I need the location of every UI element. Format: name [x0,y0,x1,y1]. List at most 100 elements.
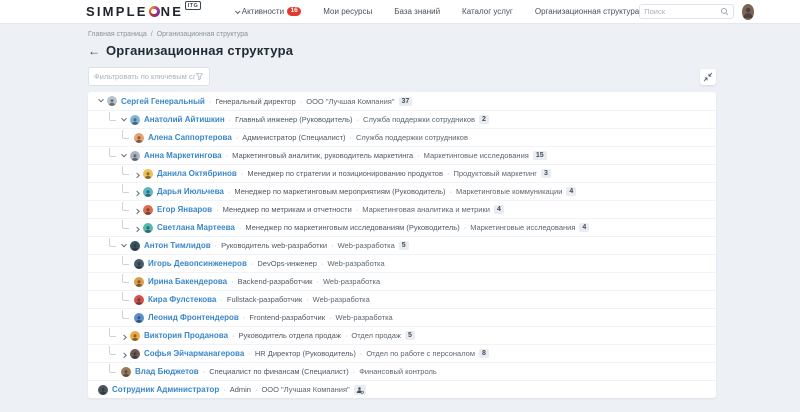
logo-product-badge: ITG [185,1,201,10]
employee-role: Специалист по финансам (Специалист) [209,367,348,376]
tree-row[interactable]: Данила Октябринов·Менеджер по стратегии … [88,164,716,182]
employee-department[interactable]: Web-разработка [336,313,393,322]
tree-row[interactable]: Леонид Фронтендеров·Frontend-разработчик… [88,308,716,326]
expand-toggle[interactable] [132,187,141,196]
tree-row[interactable]: Дарья Июльчева·Менеджер по маркетинговым… [88,182,716,200]
employee-name-link[interactable]: Анна Маркетингова [144,151,222,160]
avatar [143,187,153,197]
tree-row[interactable]: Светлана Мартеева·Менеджер по маркетинго… [88,218,716,236]
expand-toggle[interactable] [96,97,105,106]
tree-row[interactable]: Ирина Бакендерова·Backend-разработчик·We… [88,272,716,290]
employee-role: Менеджер по маркетинговым мероприятиям (… [234,187,445,196]
tree-row[interactable]: Виктория Проданова·Руководитель отдела п… [88,326,716,344]
employee-name-link[interactable]: Виктория Проданова [144,331,228,340]
employee-department[interactable]: Web-разработка [323,277,380,286]
tree-row[interactable]: Анатолий Айтишкин·Главный инженер (Руков… [88,110,716,128]
employee-name-link[interactable]: Алена Саппортерова [148,133,232,142]
dot-separator: · [331,241,334,250]
nav-item-org-structure[interactable]: Организационная структура [535,7,639,16]
nav-item-service-catalog[interactable]: Каталог услуг [462,7,513,16]
tree-connector-line [109,346,116,355]
employee-name-link[interactable]: Светлана Мартеева [157,223,235,232]
filter-input[interactable] [94,72,195,81]
tree-row[interactable]: Сергей Генеральный·Генеральный директор·… [88,92,716,110]
employee-department[interactable]: ООО "Лучшая Компания" [306,97,394,106]
employee-department[interactable]: ООО "Лучшая Компания" [261,385,349,394]
employee-name-link[interactable]: Антон Тимлидов [144,241,211,250]
employee-name-link[interactable]: Влад Бюджетов [135,367,199,376]
employee-department[interactable]: Маркетинговые исследования [470,223,575,232]
employee-role: Руководитель web-разработки [221,241,327,250]
dot-separator: · [306,295,309,304]
tree-row[interactable]: Кира Фулстекова·Fullstack-разработчик·We… [88,290,716,308]
employee-department[interactable]: Web-разработка [313,295,370,304]
employee-name-link[interactable]: Анатолий Айтишкин [144,115,225,124]
employee-department[interactable]: Финансовый контроль [359,367,437,376]
employee-name-link[interactable]: Сергей Генеральный [121,97,205,106]
employee-name-link[interactable]: Леонид Фронтендеров [148,313,239,322]
employee-department[interactable]: Маркетинговые коммуникации [456,187,562,196]
tree-row[interactable]: Софья Эйчарманагерова·HR Директор (Руков… [88,344,716,362]
back-arrow-icon[interactable]: ← [88,45,100,57]
dot-separator: · [243,313,246,322]
employee-department[interactable]: Служба поддержки сотрудников [363,115,475,124]
tree-row[interactable]: Анна Маркетингова·Маркетинговый аналитик… [88,146,716,164]
avatar [130,115,140,125]
employee-department[interactable]: Служба поддержки сотрудников [356,133,468,142]
avatar [130,241,140,251]
breadcrumb-home[interactable]: Главная страница [88,31,147,38]
subordinates-count-badge: 4 [494,205,504,214]
chevron-down-icon [121,241,127,247]
employee-department[interactable]: Продуктовый маркетинг [453,169,537,178]
nav-item-label: Каталог услуг [462,7,513,16]
dot-separator: · [300,97,303,106]
expand-toggle[interactable] [119,331,128,340]
employee-name-link[interactable]: Ирина Бакендерова [148,277,227,286]
expand-toggle[interactable] [119,241,128,250]
tree-connector-line [109,238,116,247]
employee-department[interactable]: Web-разработка [338,241,395,250]
employee-name-link[interactable]: Сотрудник Администратор [112,385,219,394]
collapse-all-button[interactable] [700,69,716,85]
employee-name-link[interactable]: Кира Фулстекова [148,295,216,304]
tree-row[interactable]: Влад Бюджетов·Специалист по финансам (Сп… [88,362,716,380]
expand-toggle[interactable] [132,223,141,232]
expand-toggle[interactable] [132,205,141,214]
employee-name-link[interactable]: Софья Эйчарманагерова [144,349,244,358]
dot-separator: · [251,259,254,268]
employee-name-link[interactable]: Егор Январов [157,205,212,214]
tree-row[interactable]: Егор Январов·Менеджер по метрикам и отче… [88,200,716,218]
tree-row[interactable]: Сотрудник Администратор·Admin·ООО "Лучша… [88,380,716,398]
expand-toggle[interactable] [119,115,128,124]
employee-name-link[interactable]: Игорь Девопсинженеров [148,259,247,268]
collapse-arrows-icon [703,72,713,82]
user-avatar[interactable] [742,4,754,20]
expand-toggle[interactable] [119,349,128,358]
employee-name-link[interactable]: Дарья Июльчева [157,187,224,196]
employee-role: Маркетинговый аналитик, руководитель мар… [232,151,413,160]
employee-department[interactable]: Маркетинговые исследования [424,151,529,160]
tree-row[interactable]: Игорь Девопсинженеров·DevOps-инженер·Web… [88,254,716,272]
simpleone-logo[interactable]: SIMPLENE ITG [86,5,201,18]
main-nav: Активности 16 Мои ресурсы База знаний Ка… [235,7,640,16]
search-icon[interactable] [720,7,729,16]
tree-row[interactable]: Антон Тимлидов · Руководитель web-разработ… [88,236,716,254]
expand-toggle[interactable] [119,151,128,160]
employee-department[interactable]: Web-разработка [327,259,384,268]
chevron-right-icon [134,190,140,196]
global-search-input[interactable] [644,7,719,16]
subordinates-count-badge: 5 [399,241,409,250]
employee-department[interactable]: Маркетинговая аналитика и метрики [362,205,490,214]
expand-toggle[interactable] [132,169,141,178]
employee-department[interactable]: Отдел продаж [351,331,401,340]
breadcrumb-current[interactable]: Организационная структура [157,31,248,38]
employee-department[interactable]: Отдел по работе с персоналом [366,349,475,358]
filter-funnel-icon[interactable] [195,72,204,81]
nav-item-activities[interactable]: Активности 16 [235,7,302,16]
nav-item-my-resources[interactable]: Мои ресурсы [323,7,372,16]
dot-separator: · [321,259,324,268]
tree-row[interactable]: Алена Саппортерова·Администратор (Специа… [88,128,716,146]
tree-connector-line [122,256,129,265]
employee-name-link[interactable]: Данила Октябринов [157,169,237,178]
nav-item-knowledge-base[interactable]: База знаний [394,7,440,16]
